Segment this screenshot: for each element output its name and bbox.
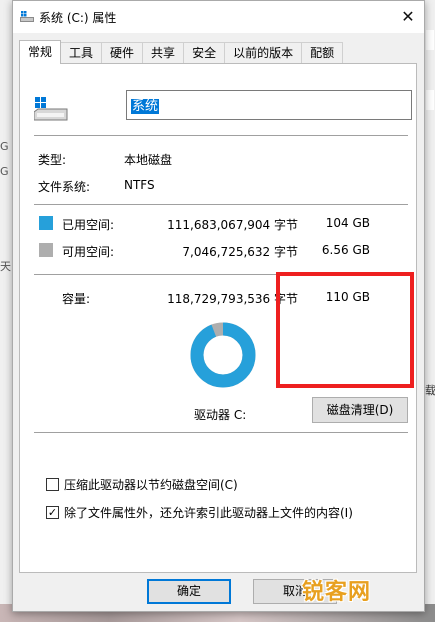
properties-dialog: 系统 (C:) 属性 ✕ 常规 工具 硬件 共享 安全 以前的版本 配额 系统 … (12, 0, 425, 612)
type-label: 类型: (38, 153, 67, 167)
filesystem-label: 文件系统: (38, 180, 91, 194)
background-window-fragment: G G 天 (0, 0, 12, 622)
drive-name-input[interactable]: 系统 (126, 90, 412, 120)
compress-checkbox[interactable] (46, 478, 59, 491)
type-value: 本地磁盘 (124, 153, 173, 167)
tab-bar: 常规 工具 硬件 共享 安全 以前的版本 配额 (19, 40, 344, 64)
free-space-swatch (39, 243, 53, 257)
index-label: 除了文件属性外，还允许索引此驱动器上文件的内容(I) (64, 506, 353, 520)
tab-security[interactable]: 安全 (183, 42, 226, 64)
background-text: G (0, 165, 9, 178)
used-space-label: 已用空间: (62, 218, 115, 232)
background-text: 载 (425, 384, 435, 397)
watermark-logo: 锐客网 (302, 580, 372, 605)
capacity-label: 容量: (62, 292, 91, 306)
tab-hardware[interactable]: 硬件 (101, 42, 144, 64)
disk-cleanup-button[interactable]: 磁盘清理(D) (312, 397, 408, 423)
index-option[interactable]: ✓ 除了文件属性外，还允许索引此驱动器上文件的内容(I) (46, 504, 353, 521)
tab-tools[interactable]: 工具 (60, 42, 103, 64)
tab-quota[interactable]: 配额 (301, 42, 344, 64)
tab-general[interactable]: 常规 (19, 40, 62, 64)
free-space-label: 可用空间: (62, 245, 115, 259)
drive-icon (20, 11, 34, 22)
background-window-fragment: 载 (425, 0, 435, 622)
title-bar: 系统 (C:) 属性 ✕ (13, 1, 424, 33)
filesystem-value: NTFS (124, 178, 155, 192)
close-icon: ✕ (401, 6, 415, 26)
background-text: G (0, 140, 9, 153)
used-space-swatch (39, 216, 53, 230)
window-title: 系统 (C:) 属性 (39, 11, 117, 25)
compress-option[interactable]: 压缩此驱动器以节约磁盘空间(C) (46, 476, 238, 493)
highlight-annotation (276, 272, 414, 388)
used-space-bytes: 111,683,067,904 字节 (167, 218, 298, 232)
free-space-bytes: 7,046,725,632 字节 (182, 245, 298, 259)
used-space-gb: 104 GB (325, 216, 370, 230)
usage-donut-chart (190, 322, 256, 388)
divider (34, 432, 408, 433)
compress-label: 压缩此驱动器以节约磁盘空间(C) (64, 478, 238, 492)
drive-letter-label: 驱动器 C: (194, 408, 247, 422)
close-button[interactable]: ✕ (392, 1, 424, 31)
index-checkbox[interactable]: ✓ (46, 506, 59, 519)
divider (34, 204, 408, 205)
ok-button[interactable]: 确定 (147, 579, 231, 604)
donut-used-arc (190, 322, 256, 388)
drive-name-value: 系统 (131, 99, 160, 114)
background-text: 天 (0, 260, 11, 273)
free-space-gb: 6.56 GB (321, 243, 370, 257)
tab-previous-versions[interactable]: 以前的版本 (224, 42, 303, 64)
tab-sharing[interactable]: 共享 (142, 42, 185, 64)
drive-icon (34, 97, 68, 121)
divider (34, 135, 408, 136)
check-icon: ✓ (47, 506, 58, 519)
